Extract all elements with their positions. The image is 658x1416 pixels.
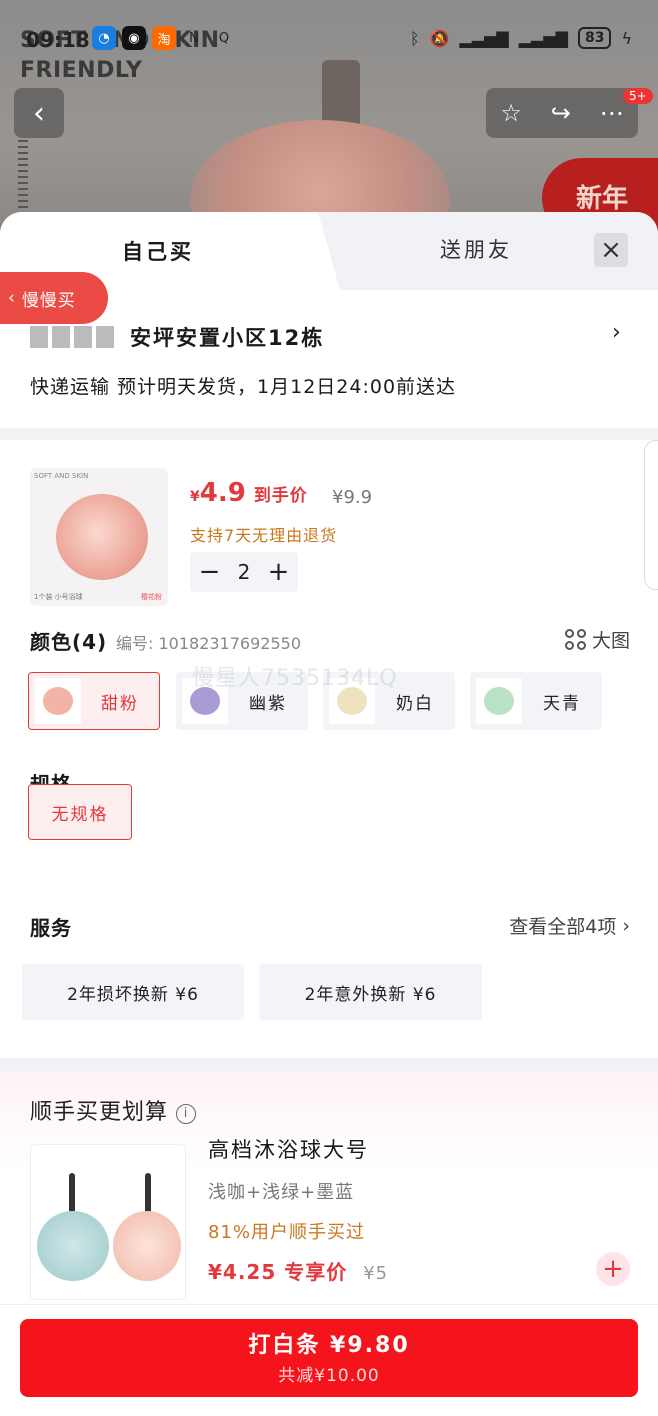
signal-icon: ▂▃▅▇ <box>459 28 509 48</box>
status-app-icons: ◔ ◉ 淘 N Q <box>92 26 236 50</box>
product-summary: SOFT AND SKIN 1个装 小号浴球 樱花粉 ¥4.9 到手价 ¥9.9 … <box>0 440 658 610</box>
addon-desc: 浅咖+浅绿+墨蓝 <box>208 1182 355 1203</box>
thumb-color: 樱花粉 <box>141 593 162 601</box>
return-policy: 支持7天无理由退货 <box>190 526 338 545</box>
view-all-services[interactable]: 查看全部4项 › <box>509 912 630 939</box>
color-header: 颜色(4) 编号: 10182317692550 大图 <box>0 610 658 666</box>
info-icon[interactable]: i <box>176 1103 197 1124</box>
qq-app-icon: ◉ <box>122 26 146 50</box>
more-icon[interactable]: ⋯ <box>600 99 624 127</box>
color-swatch <box>35 678 81 724</box>
close-icon[interactable]: × <box>594 233 628 267</box>
view-all-label: 查看全部4项 <box>509 916 617 938</box>
color-label: 奶白 <box>396 693 434 714</box>
q-icon: Q <box>218 30 230 46</box>
quantity-stepper: − 2 + <box>190 552 298 592</box>
color-swatch <box>476 678 522 724</box>
saving-label: 共减¥10.00 <box>278 1366 380 1386</box>
original-price: ¥9.9 <box>332 487 373 508</box>
loofah-pink <box>113 1211 181 1281</box>
signal-icon-2: ▂▃▅▇ <box>518 28 568 48</box>
divider <box>0 428 658 440</box>
plus-button[interactable]: + <box>268 559 290 585</box>
spec-section: 规格 无规格 <box>0 766 658 910</box>
addon-thumbnail[interactable] <box>30 1144 186 1300</box>
slow-buy-label: 慢慢买 <box>21 290 76 311</box>
minus-button[interactable]: − <box>199 559 221 585</box>
shipping-info: 快递运输 预计明天发货，1月12日24:00前送达 <box>30 376 457 398</box>
price-value: 4.9 <box>199 478 246 508</box>
spec-option[interactable]: 无规格 <box>28 784 132 840</box>
status-right: ᛒ 🔕 ▂▃▅▇ ▂▃▅▇ 83 ϟ <box>410 27 632 49</box>
pay-label: 打白条 ¥9.80 <box>248 1333 410 1358</box>
final-price: ¥4.9 到手价 <box>190 478 308 508</box>
big-image-label: 大图 <box>591 630 630 652</box>
service-option-damage[interactable]: 2年损坏换新 ¥6 <box>22 964 244 1020</box>
purchase-sheet: 自己买 送朋友 × 安坪安置小区12栋 › 快递运输 预计明天发货，1月12日2… <box>0 212 658 1416</box>
battery-icon: 83 <box>577 27 612 49</box>
grid-icon <box>564 629 586 650</box>
product-thumbnail[interactable]: SOFT AND SKIN 1个装 小号浴球 樱花粉 <box>30 468 168 606</box>
service-title: 服务 <box>30 916 72 940</box>
thumb-pack: 1个装 小号浴球 <box>34 593 83 601</box>
mute-icon: 🔕 <box>429 28 450 48</box>
watermark: 慢星人7535134LQ <box>192 666 398 691</box>
chevron-right-icon: › <box>622 914 630 937</box>
color-option-cyan[interactable]: 天青 <box>470 672 602 730</box>
address-line: 安坪安置小区12栋 <box>130 326 325 350</box>
loofah-image <box>56 494 148 580</box>
chevron-left-icon: ‹ <box>8 288 16 308</box>
price-symbol: ¥ <box>190 489 200 505</box>
charging-icon: ϟ <box>621 28 632 48</box>
addon-popularity: 81%用户顺手买过 <box>208 1222 366 1243</box>
taobao-app-icon: 淘 <box>152 26 176 50</box>
bluetooth-icon: ᛒ <box>409 28 420 48</box>
color-label: 甜粉 <box>101 693 139 714</box>
tab-gift-friend[interactable]: 送朋友 <box>440 234 512 264</box>
product-code: 编号: 10182317692550 <box>116 634 301 653</box>
big-image-toggle[interactable]: 大图 <box>564 626 630 653</box>
price-tag: 到手价 <box>253 486 308 506</box>
service-section: 服务 查看全部4项 › 2年损坏换新 ¥6 2年意外换新 ¥6 <box>0 910 658 1058</box>
bird-app-icon: ◔ <box>92 26 116 50</box>
side-panel-handle[interactable] <box>644 440 658 590</box>
add-addon-button[interactable]: + <box>596 1252 630 1286</box>
chevron-right-icon[interactable]: › <box>612 320 621 345</box>
favorite-icon[interactable]: ☆ <box>500 99 522 127</box>
top-actions: ☆ ↪ ⋯ <box>486 88 638 138</box>
share-icon[interactable]: ↪ <box>551 99 571 127</box>
nfc-icon: N <box>189 30 199 46</box>
color-title: 颜色(4) <box>30 630 108 654</box>
color-label: 天青 <box>543 693 581 714</box>
divider <box>0 1058 658 1072</box>
service-option-accident[interactable]: 2年意外换新 ¥6 <box>259 964 482 1020</box>
pay-button[interactable]: 打白条 ¥9.80 共减¥10.00 <box>20 1319 638 1397</box>
loofah-blue <box>37 1211 109 1281</box>
color-label: 幽紫 <box>249 693 287 714</box>
footer-bar: 打白条 ¥9.80 共减¥10.00 <box>0 1304 658 1416</box>
addon-orig-price: ¥5 <box>363 1263 389 1284</box>
addon-price-value: ¥4.25 专享价 <box>208 1260 348 1284</box>
quantity-value[interactable]: 2 <box>238 560 251 584</box>
message-badge: 5+ <box>623 88 653 104</box>
slow-buy-button[interactable]: ‹ 慢慢买 <box>0 272 108 324</box>
color-option-pink[interactable]: 甜粉 <box>28 672 160 730</box>
thumb-brand: SOFT AND SKIN <box>34 472 89 480</box>
status-time: 09:18 <box>26 28 90 52</box>
addon-section: 顺手买更划算 i 高档沐浴球大号 浅咖+浅绿+墨蓝 81%用户顺手买过 ¥4.25… <box>0 1072 658 1312</box>
addon-title: 顺手买更划算 i <box>30 1094 197 1126</box>
addon-name[interactable]: 高档沐浴球大号 <box>208 1134 369 1164</box>
addon-price: ¥4.25 专享价 ¥5 <box>208 1256 388 1285</box>
status-bar: 09:18 ◔ ◉ 淘 N Q ᛒ 🔕 ▂▃▅▇ ▂▃▅▇ 83 ϟ <box>0 24 658 56</box>
back-button[interactable]: ‹ <box>14 88 64 138</box>
address-blurred-name <box>30 326 114 348</box>
addon-title-label: 顺手买更划算 <box>30 1100 169 1125</box>
